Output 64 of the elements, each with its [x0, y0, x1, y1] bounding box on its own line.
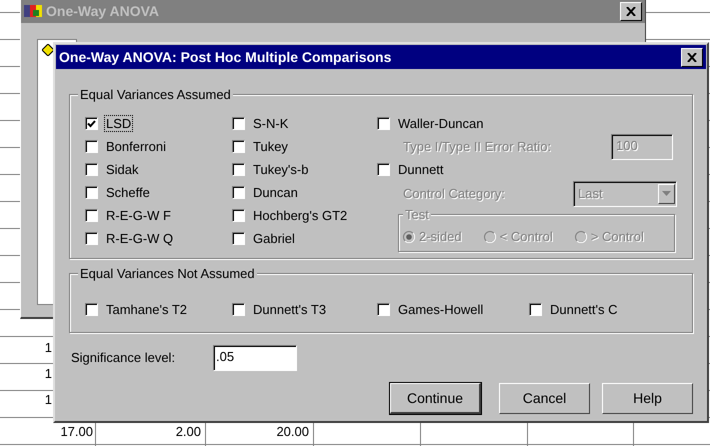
- checkbox-label: Dunnett's T3: [252, 300, 328, 318]
- checkbox[interactable]: [377, 163, 390, 176]
- radio-label: > Control: [590, 228, 644, 246]
- checkbox[interactable]: [232, 140, 245, 153]
- checkbox-label: Hochberg's GT2: [252, 207, 348, 224]
- dialog-button[interactable]: Cancel: [499, 383, 590, 414]
- checkbox-label: Tukey: [252, 138, 289, 155]
- checkbox[interactable]: [232, 117, 245, 130]
- group-label: Test: [403, 207, 431, 222]
- checkbox[interactable]: [232, 163, 245, 176]
- radio-label: 2-sided: [419, 228, 462, 246]
- checkbox-label: Dunnett's C: [549, 300, 619, 318]
- checkbox-label: Duncan: [252, 184, 299, 201]
- checkbox[interactable]: [85, 232, 98, 245]
- checkbox[interactable]: [232, 302, 245, 316]
- caret-icon: [658, 184, 675, 204]
- checkbox-label: Waller-Duncan: [397, 115, 484, 132]
- checkbox[interactable]: [85, 140, 98, 153]
- checkbox-label: R-E-G-W F: [105, 207, 172, 224]
- checkbox-label: S-N-K: [252, 115, 290, 132]
- group-label: Equal Variances Assumed: [78, 87, 233, 102]
- field-label: Significance level:: [70, 349, 176, 368]
- checkbox[interactable]: [232, 209, 245, 222]
- close-button[interactable]: [681, 48, 703, 66]
- checkbox[interactable]: [85, 163, 98, 176]
- checkbox-label: Dunnett: [397, 161, 445, 178]
- group-label: Equal Variances Not Assumed: [78, 266, 257, 281]
- close-icon: [626, 6, 636, 16]
- checkbox[interactable]: [529, 302, 542, 316]
- checkbox[interactable]: [377, 117, 390, 130]
- checkbox[interactable]: [85, 302, 98, 316]
- checkbox[interactable]: [232, 232, 245, 245]
- dialog-button[interactable]: Continue: [390, 383, 481, 414]
- checkbox-label: Tamhane's T2: [105, 300, 188, 318]
- field-label: Control Category:: [403, 184, 505, 203]
- table-cell: 2.00: [176, 425, 201, 439]
- checkbox[interactable]: [85, 186, 98, 199]
- field-label: Type I/Type II Error Ratio:: [403, 138, 552, 156]
- checkbox[interactable]: [85, 117, 98, 130]
- diamond-icon: [42, 44, 54, 56]
- checkbox-label: Gabriel: [252, 230, 296, 247]
- checkbox-label: Scheffe: [105, 184, 151, 201]
- close-icon: [687, 52, 697, 62]
- dialog-button[interactable]: Help: [602, 383, 693, 414]
- checkbox[interactable]: [232, 186, 245, 199]
- checkbox-label: Tukey's-b: [252, 161, 310, 178]
- close-button[interactable]: [620, 2, 642, 20]
- checkbox[interactable]: [377, 302, 390, 316]
- app-icon: [24, 4, 42, 18]
- checkbox[interactable]: [85, 209, 98, 222]
- checkbox-label: Sidak: [105, 161, 140, 178]
- radio-label: < Control: [500, 228, 553, 246]
- window-title: One-Way ANOVA: [46, 2, 160, 21]
- table-cell: 1: [44, 393, 52, 407]
- checkbox-label: Bonferroni: [105, 138, 167, 155]
- table-cell: 20.00: [276, 425, 309, 439]
- checkbox-label: LSD: [104, 115, 134, 132]
- input-field[interactable]: .05: [213, 345, 297, 371]
- checkbox-label: R-E-G-W Q: [105, 230, 174, 247]
- table-cell: 1: [44, 367, 52, 381]
- table-cell: 1: [44, 341, 52, 355]
- table-cell: 17.00: [60, 425, 93, 439]
- checkbox-label: Games-Howell: [397, 300, 484, 318]
- dialog-title: One-Way ANOVA: Post Hoc Multiple Comparisons: [59, 48, 392, 67]
